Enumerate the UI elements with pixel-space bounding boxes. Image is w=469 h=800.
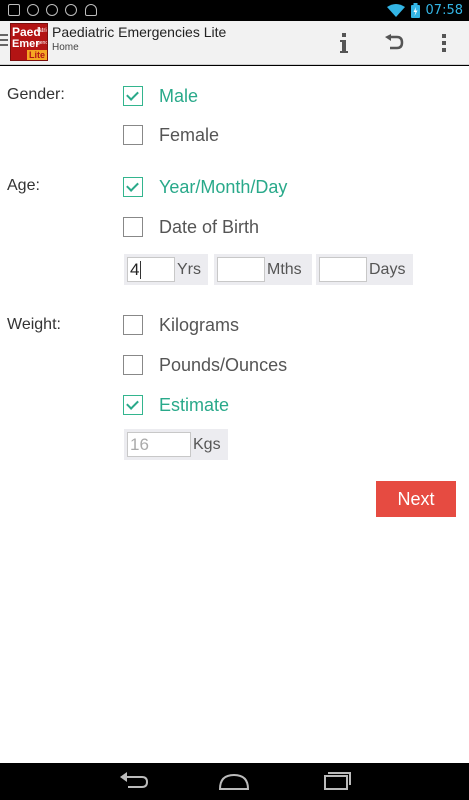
checkbox-checked[interactable] xyxy=(123,395,143,415)
weight-pounds-option[interactable]: Pounds/Ounces xyxy=(123,352,287,378)
checkbox-unchecked[interactable] xyxy=(123,217,143,237)
weight-label: Weight: xyxy=(7,316,61,333)
option-label: Pounds/Ounces xyxy=(159,354,288,375)
option-label: Female xyxy=(159,124,220,145)
option-label: Date of Birth xyxy=(159,216,260,237)
screen-subtitle: Home xyxy=(52,42,79,53)
recent-apps-button[interactable] xyxy=(316,769,356,795)
status-bar: 07:58 xyxy=(0,0,469,21)
undo-icon xyxy=(385,34,404,50)
navigation-bar xyxy=(0,763,469,800)
gender-female-option[interactable]: Female xyxy=(123,122,219,148)
image-icon xyxy=(8,4,20,16)
option-label: Male xyxy=(159,85,199,106)
months-unit: Mths xyxy=(267,260,302,278)
status-time: 07:58 xyxy=(425,3,463,18)
gender-label: Gender: xyxy=(7,86,65,103)
option-label: Year/Month/Day xyxy=(159,176,288,197)
option-label: Kilograms xyxy=(159,314,240,335)
years-unit: Yrs xyxy=(177,260,201,278)
months-group: Mths xyxy=(214,254,312,285)
age-ymd-option[interactable]: Year/Month/Day xyxy=(123,174,287,200)
weight-unit: Kgs xyxy=(193,435,221,453)
home-form: Gender: Male Female Age: Year/Month/Day … xyxy=(0,66,469,763)
back-icon xyxy=(120,772,149,788)
app-logo[interactable]: Paed iatric Emer gencies Lite xyxy=(10,23,48,61)
text-caret xyxy=(140,260,142,279)
checkbox-unchecked[interactable] xyxy=(123,125,143,145)
weight-estimate-option[interactable]: Estimate xyxy=(123,392,229,418)
chat-icon xyxy=(65,4,77,16)
days-unit: Days xyxy=(369,260,406,278)
drawer-indicator-icon[interactable] xyxy=(0,34,8,48)
recent-apps-icon xyxy=(324,772,351,790)
overflow-menu-button[interactable] xyxy=(428,27,460,59)
app-title: Paediatric Emergencies Lite xyxy=(52,24,227,40)
checkbox-unchecked[interactable] xyxy=(123,315,143,335)
days-group: Days xyxy=(316,254,413,285)
overflow-menu-icon xyxy=(442,34,446,52)
heart-icon xyxy=(27,4,39,16)
years-input[interactable]: 4 xyxy=(127,257,175,282)
wifi-icon xyxy=(386,3,405,17)
info-icon xyxy=(340,33,348,53)
next-button[interactable]: Next xyxy=(376,481,456,517)
years-group: 4 Yrs xyxy=(124,254,208,285)
estimate-weight-group: 16 Kgs xyxy=(124,429,228,460)
estimate-weight-input: 16 xyxy=(127,432,191,457)
undo-button[interactable] xyxy=(378,27,410,59)
option-label: Estimate xyxy=(159,394,230,415)
back-button[interactable] xyxy=(114,769,154,795)
info-button[interactable] xyxy=(328,27,360,59)
action-bar: Paed iatric Emer gencies Lite Paediatric… xyxy=(0,21,469,65)
age-label: Age: xyxy=(7,177,40,194)
checkbox-checked[interactable] xyxy=(123,86,143,106)
age-dob-option[interactable]: Date of Birth xyxy=(123,214,259,240)
home-button[interactable] xyxy=(214,769,254,795)
home-icon xyxy=(218,773,250,790)
battery-icon xyxy=(410,3,420,18)
chat-icon xyxy=(46,4,58,16)
android-icon xyxy=(85,4,97,16)
checkbox-unchecked[interactable] xyxy=(123,355,143,375)
days-input[interactable] xyxy=(319,257,367,282)
checkbox-checked[interactable] xyxy=(123,177,143,197)
gender-male-option[interactable]: Male xyxy=(123,83,198,109)
months-input[interactable] xyxy=(217,257,265,282)
weight-kilograms-option[interactable]: Kilograms xyxy=(123,312,239,338)
